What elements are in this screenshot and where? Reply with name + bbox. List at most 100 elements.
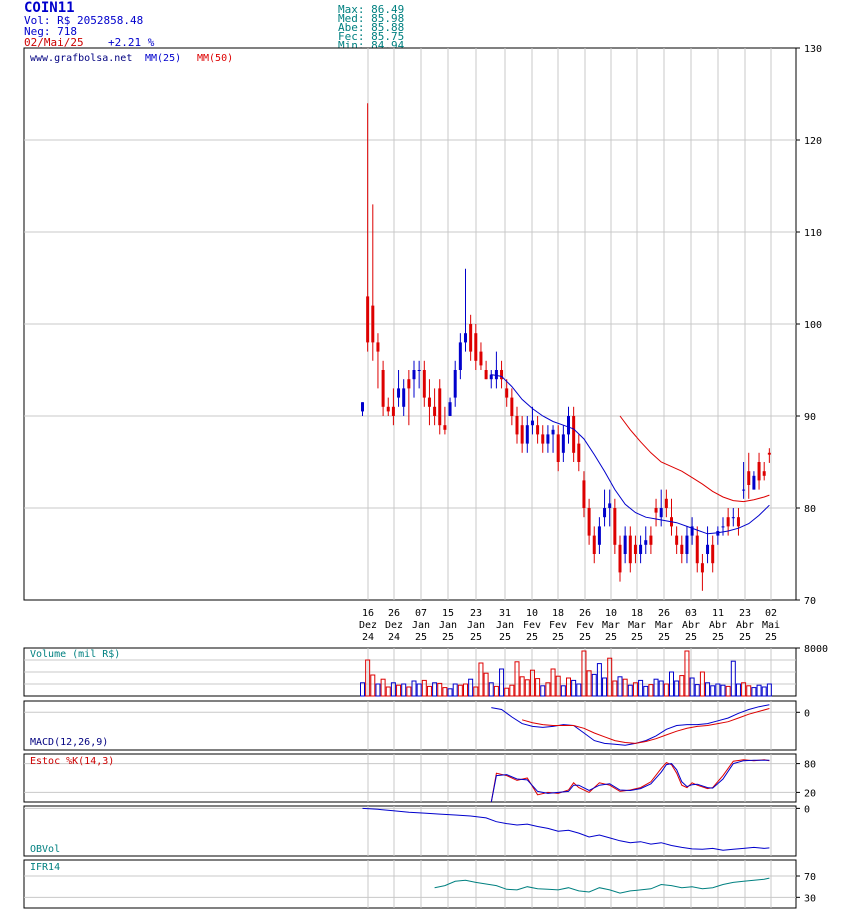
stock-chart: 708090100110120130www.grafbolsa.net MM(25…: [23, 44, 828, 909]
date-axis: 16Dez2426Dez2407Jan2515Jan2523Jan2531Jan…: [359, 608, 780, 643]
candle-body: [561, 434, 565, 453]
candle-body: [700, 563, 704, 573]
candle-body: [391, 406, 395, 416]
date-year: 25: [658, 632, 670, 643]
candle-body: [572, 416, 576, 453]
date-year: 25: [470, 632, 482, 643]
candle-body: [582, 480, 586, 508]
candle-body: [433, 406, 437, 416]
y-tick-label: 8000: [804, 644, 828, 655]
y-tick-label: 130: [804, 44, 822, 55]
candle-body: [618, 544, 622, 573]
price-panel: 70 80 90 100 110 120 130 www.grafbolsa.net MM(25…: [23, 44, 822, 607]
date-day: 23: [739, 608, 751, 619]
date-year: 25: [415, 632, 427, 643]
y-tick-label: 80: [804, 760, 816, 771]
date-year: 25: [631, 632, 643, 643]
candle-body: [577, 443, 581, 462]
volume-panel: 8000 Volume (mil R$): [23, 644, 828, 697]
date-month: Jan: [496, 620, 514, 631]
legend-source: www.grafbolsa.net: [30, 53, 132, 64]
legend-ma50: MM(50): [197, 53, 233, 64]
candle-body: [376, 342, 380, 352]
candle-body: [386, 406, 390, 412]
date-month: Jan: [467, 620, 485, 631]
date-year: 25: [685, 632, 697, 643]
macd-title: MACD(12,26,9): [30, 737, 108, 748]
date-year: 25: [526, 632, 538, 643]
candle-body: [453, 370, 457, 398]
date-day: 16: [362, 608, 374, 619]
candle-body: [659, 508, 663, 518]
candle-body: [407, 379, 411, 389]
candle-body: [757, 462, 761, 481]
candle-body: [706, 544, 710, 554]
date-month: Dez: [359, 620, 377, 631]
y-tick-label: 90: [804, 412, 816, 423]
candle-body: [556, 434, 560, 462]
y-tick-label: 120: [804, 136, 822, 147]
candle-body: [767, 452, 771, 455]
legend-ma25: MM(25): [145, 53, 181, 64]
y-tick-label: 20: [804, 788, 816, 799]
candle-body: [371, 305, 375, 343]
candle-body: [603, 508, 607, 518]
candle-body: [597, 526, 601, 545]
date-year: 25: [442, 632, 454, 643]
obv-frame: [23, 805, 797, 857]
candle-body: [438, 388, 442, 426]
macd-panel: 0 MACD(12,26,9): [23, 700, 810, 751]
date-day: 15: [442, 608, 454, 619]
y-tick-label: 110: [804, 228, 822, 239]
date-year: 24: [388, 632, 400, 643]
date-day: 23: [470, 608, 482, 619]
date-day: 03: [685, 608, 697, 619]
candle-body: [458, 342, 462, 370]
candle-body: [639, 544, 643, 554]
date-day: 26: [388, 608, 400, 619]
date-day: 18: [552, 608, 564, 619]
date-year: 25: [579, 632, 591, 643]
date-month: Fev: [576, 620, 594, 631]
date-day: 26: [658, 608, 670, 619]
candle-body: [567, 416, 570, 435]
candle-body: [623, 535, 627, 554]
date-month: Fev: [549, 620, 567, 631]
date-day: 07: [415, 608, 427, 619]
date-month: Abr: [682, 620, 700, 631]
y-tick-label: 0: [804, 804, 810, 815]
candle-body: [613, 508, 617, 545]
candle-body: [417, 370, 421, 371]
candle-body: [494, 370, 498, 380]
date-year: 25: [739, 632, 751, 643]
date-year: 25: [552, 632, 564, 643]
candle-body: [448, 402, 452, 416]
volume-title: Volume (mil R$): [30, 649, 120, 660]
candle-body: [711, 544, 715, 564]
candle-body: [541, 434, 545, 444]
ifr-title: IFR14: [30, 862, 60, 873]
candle-body: [680, 544, 684, 554]
date-day: 02: [765, 608, 777, 619]
candle-body: [633, 544, 637, 554]
ifr-panel: 70 30 IFR14: [23, 859, 816, 909]
candle-body: [469, 324, 473, 352]
date-year: 24: [362, 632, 374, 643]
date-month: Mar: [628, 620, 646, 631]
stochastic-title: Estoc %K(14,3): [30, 756, 114, 767]
date-month: Mar: [655, 620, 673, 631]
candle-body: [489, 374, 493, 380]
candle-body: [731, 517, 735, 519]
candle-body: [592, 535, 596, 554]
candle-body: [505, 388, 509, 398]
date-day: 10: [526, 608, 538, 619]
candle-body: [685, 535, 689, 554]
candle-body: [664, 498, 668, 508]
candle-body: [515, 416, 519, 435]
date-day: 11: [712, 608, 724, 619]
date-month: Fev: [523, 620, 541, 631]
candle-body: [649, 535, 653, 545]
date-day: 31: [499, 608, 511, 619]
candle-body: [427, 397, 431, 407]
candle-body: [752, 475, 756, 490]
